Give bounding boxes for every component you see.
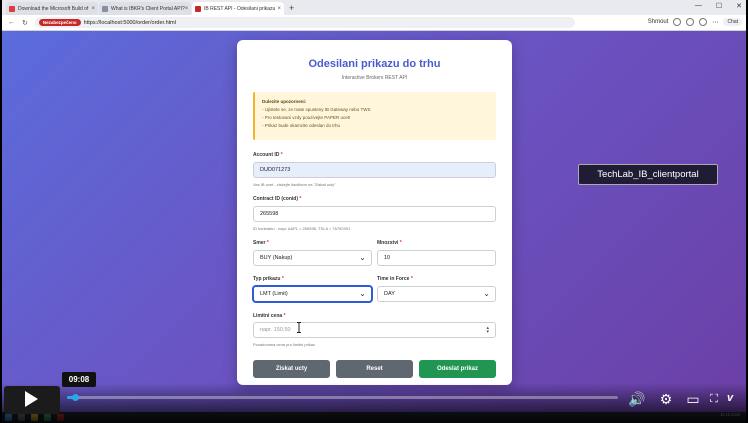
tif-select[interactable]: DAY [377, 286, 496, 302]
profile-icon[interactable] [699, 18, 708, 26]
reset-button[interactable]: Reset [336, 360, 413, 378]
tab-bar: Download the Microsoft Build of × What i… [2, 0, 746, 15]
limit-price-label: Limitni cena * [253, 313, 286, 319]
page-title: Odesilani prikazu do trhu [308, 58, 441, 70]
account-id-input[interactable]: DUD071273 [253, 162, 496, 178]
not-secure-badge[interactable]: Nezabezpečeno [38, 19, 81, 26]
tab-favicon-icon [195, 5, 201, 12]
volume-icon[interactable]: 🔊 [628, 390, 646, 408]
tif-label: Time in Force * [377, 276, 413, 282]
account-id-hint: Vas IB ucet - ziskejte tlacitkem na "Zis… [253, 182, 336, 187]
tab-label: IB REST API - Odesilani prikazu [204, 5, 276, 12]
timestamp-badge: 09:08 [62, 372, 96, 387]
warning-line: - Pro testovani vzdy pouzivejte PAPER uc… [262, 115, 351, 120]
warning-line: - Ujistete se, ze mate spusteny IB Gatew… [262, 107, 371, 112]
get-accounts-button[interactable]: Ziskat ucty [253, 360, 330, 378]
tab-ib-rest-api[interactable]: IB REST API - Odesilani prikazu × [192, 2, 284, 15]
close-icon[interactable]: × [277, 6, 281, 12]
limit-price-input[interactable]: napr. 150.50 ▴ ▾ [253, 322, 496, 338]
side-select[interactable]: BUY (Nakup) [253, 250, 372, 266]
cast-icon[interactable]: ▭ [684, 390, 702, 408]
close-icon[interactable]: × [91, 6, 95, 12]
page-background: Odesilani prikazu do trhu Interactive Br… [2, 31, 746, 412]
maximize-button[interactable]: ☐ [716, 2, 722, 10]
text-cursor-icon [297, 322, 301, 333]
back-icon[interactable]: ← [8, 19, 15, 26]
play-icon [25, 391, 38, 407]
quantity-label: Mnozstvi * [377, 240, 402, 246]
tab-label: Download the Microsoft Build of [18, 5, 89, 12]
favorites-icon[interactable] [686, 18, 695, 26]
copilot-chat-button[interactable]: Chat [723, 18, 742, 26]
tab-label: What is IBKR's Client Portal API? [111, 5, 185, 12]
more-icon[interactable]: ⋯ [712, 19, 718, 26]
order-type-select[interactable]: LMT (Limit) [253, 286, 372, 302]
warning-heading: Dulezite upozorneni: [262, 99, 307, 104]
reload-icon[interactable]: ↻ [22, 19, 28, 27]
warning-line: - Prikaz bude okamzite odeslan do trhu [262, 123, 341, 128]
settings-gear-icon[interactable]: ⚙ [657, 390, 675, 408]
new-tab-button[interactable]: + [289, 2, 294, 15]
limit-price-placeholder: napr. 150.50 [260, 327, 291, 333]
side-label: Smer * [253, 240, 269, 246]
account-id-label: Account ID * [253, 152, 283, 158]
tab-ibkr-client-portal[interactable]: What is IBKR's Client Portal API? × [99, 2, 191, 15]
close-window-button[interactable]: ✕ [736, 2, 742, 10]
toolbar-label[interactable]: Shmout [648, 19, 669, 25]
extensions-icon[interactable] [673, 18, 682, 26]
tab-favicon-icon [9, 5, 15, 12]
browser-window: Download the Microsoft Build of × What i… [2, 0, 746, 412]
vimeo-logo-icon[interactable]: v [727, 392, 733, 404]
tab-favicon-icon [102, 5, 108, 12]
fullscreen-icon[interactable]: ⛶ [705, 390, 723, 408]
window-controls: — ☐ ✕ [695, 2, 742, 10]
contract-id-hint: ID kontraktu - napr. AAPL = 265598, TSLA… [253, 226, 351, 231]
close-icon[interactable]: × [185, 6, 189, 12]
page-subtitle: Interactive Brokers REST API [341, 75, 408, 81]
order-form-card: Odesilani prikazu do trhu Interactive Br… [237, 40, 512, 385]
contract-id-input[interactable]: 265598 [253, 206, 496, 222]
spinner-icon[interactable]: ▴ ▾ [486, 326, 489, 335]
warning-box: Dulezite upozorneni: - Ujistete se, ze m… [253, 92, 496, 140]
minimize-button[interactable]: — [695, 2, 702, 10]
contract-id-label: Contract ID (conid) * [253, 196, 302, 202]
limit-price-hint: Pozadovana cena pro limitni prikaz [253, 342, 316, 347]
tab-microsoft-build[interactable]: Download the Microsoft Build of × [6, 2, 98, 15]
browser-toolbar: Shmout ⋯ Chat [648, 18, 742, 26]
address-bar-row: ← ↻ Nezabezpečeno https://localhost:5000… [2, 15, 746, 31]
watermark-label: TechLab_IB_clientportal [578, 164, 718, 185]
submit-order-button[interactable]: Odeslat prikaz [419, 360, 496, 378]
video-frame: Download the Microsoft Build of × What i… [0, 0, 748, 423]
order-type-label: Typ prikazu * [253, 276, 284, 282]
address-bar[interactable]: Nezabezpečeno https://localhost:5000/ord… [34, 17, 575, 28]
url-text: https://localhost:5000/order/order.html [83, 19, 176, 26]
progress-bar[interactable] [67, 394, 618, 401]
quantity-input[interactable]: 10 [377, 250, 496, 266]
